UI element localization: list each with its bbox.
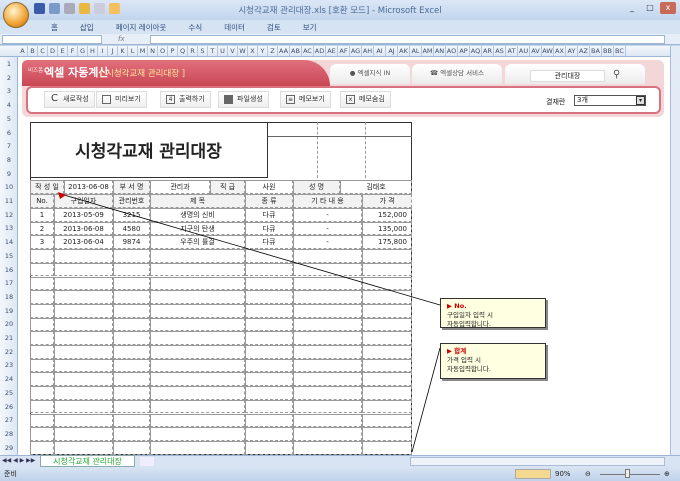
zoom-level[interactable]: 90% <box>555 467 571 481</box>
zoom-slider-thumb[interactable] <box>625 469 630 478</box>
zoom-slider[interactable] <box>600 474 660 475</box>
status-bar: 준비 90% ⊖ ⊕ <box>0 467 680 481</box>
horizontal-scrollbar[interactable] <box>410 457 665 466</box>
status-text: 준비 <box>4 470 17 478</box>
sheet-nav-icons[interactable]: ◀◀ ◀ ▶ ▶▶ <box>2 457 35 464</box>
sheet-tab-active[interactable]: 시청각교재 관리대장 <box>40 455 135 467</box>
insert-sheet-icon[interactable] <box>140 457 154 466</box>
comment-total-title: 합계 <box>454 347 467 355</box>
office-button[interactable] <box>3 2 29 28</box>
comment-total: ▶ 합계 가격 입력 시 자동입력합니다. <box>440 343 546 379</box>
comment-no-title: No. <box>454 302 467 310</box>
comment-total-line1: 가격 입력 시 <box>447 356 482 364</box>
comment-no: ▶ No. 구입일자 입력 시 자동입력합니다. <box>440 298 546 328</box>
comment-total-line2: 자동입력합니다. <box>447 365 491 373</box>
comment-no-line2: 자동입력합니다. <box>447 320 491 328</box>
view-buttons[interactable] <box>515 469 551 479</box>
zoom-out-icon[interactable]: ⊖ <box>585 467 591 481</box>
comment-arrows <box>58 192 441 453</box>
zoom-in-icon[interactable]: ⊕ <box>664 467 670 481</box>
comment-no-line1: 구입일자 입력 시 <box>447 311 493 319</box>
